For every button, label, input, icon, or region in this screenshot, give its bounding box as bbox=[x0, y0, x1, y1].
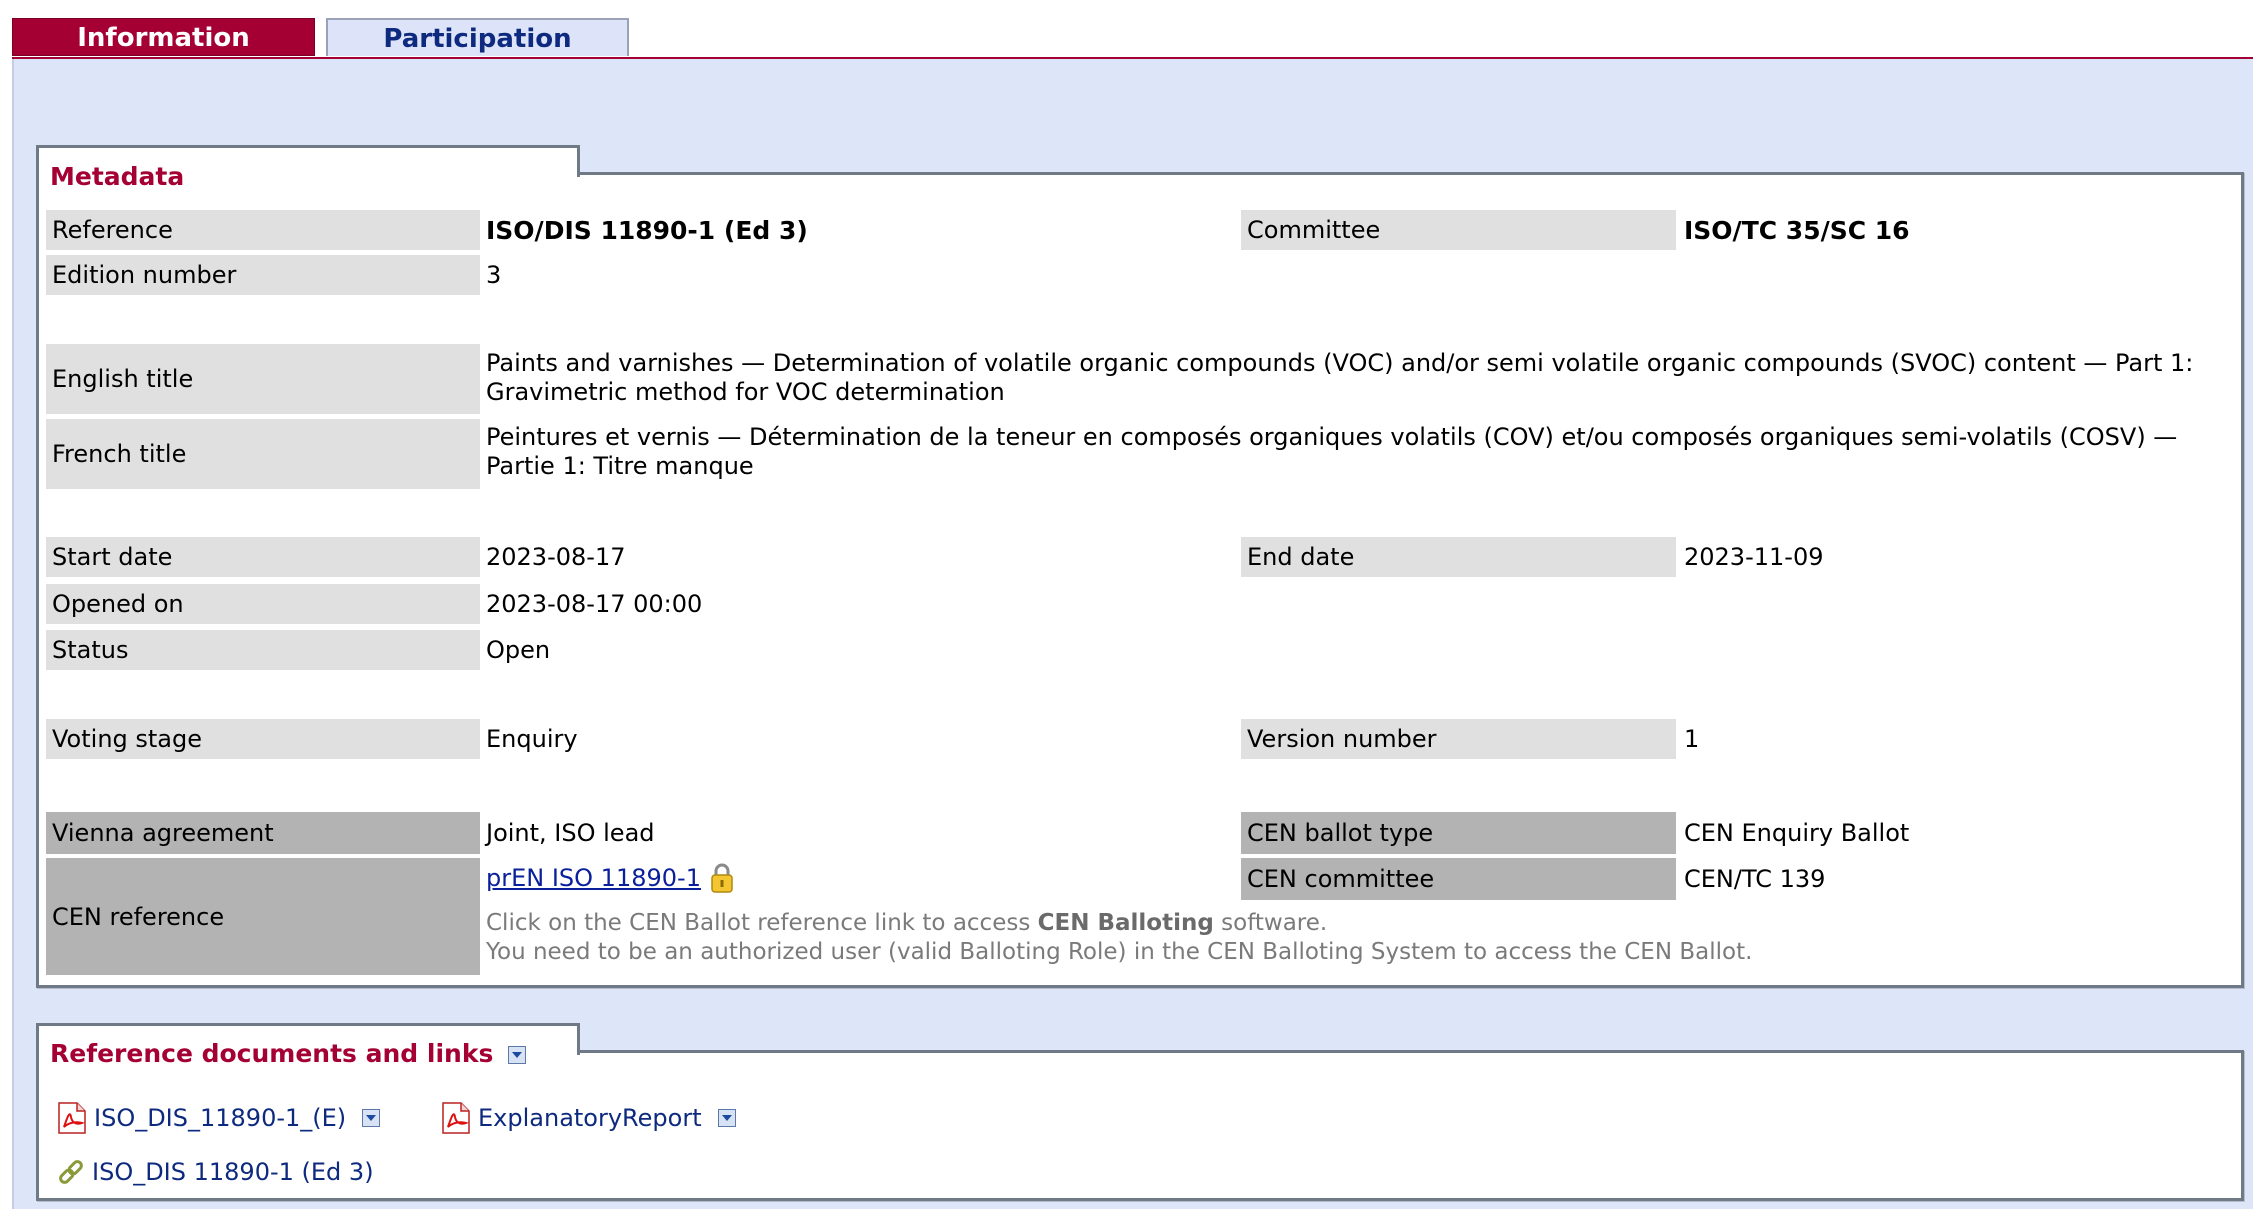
cen-ballot-type-value: CEN Enquiry Ballot bbox=[1684, 818, 1910, 847]
cen-committee-value: CEN/TC 139 bbox=[1684, 864, 1826, 893]
edition-number-label: Edition number bbox=[46, 255, 480, 295]
reference-link[interactable]: ISO_DIS 11890-1 (Ed 3) bbox=[92, 1158, 374, 1186]
document-menu-icon[interactable] bbox=[362, 1109, 381, 1127]
start-date-value: 2023-08-17 bbox=[486, 542, 626, 571]
french-title-value: Peintures et vernis — Détermination de l… bbox=[486, 423, 2178, 480]
document-item: ISO_DIS_11890-1_(E) bbox=[56, 1100, 381, 1136]
reference-value: ISO/DIS 11890-1 (Ed 3) bbox=[486, 215, 808, 245]
reference-documents-toggle-icon[interactable] bbox=[508, 1046, 527, 1064]
end-date-value: 2023-11-09 bbox=[1684, 542, 1824, 571]
link-icon bbox=[56, 1157, 86, 1187]
cen-committee-label: CEN committee bbox=[1241, 858, 1676, 900]
opened-on-label: Opened on bbox=[46, 584, 480, 624]
opened-on-value: 2023-08-17 00:00 bbox=[486, 589, 703, 618]
tab-information[interactable]: Information bbox=[12, 18, 315, 56]
version-number-label: Version number bbox=[1241, 719, 1676, 759]
edition-number-value: 3 bbox=[486, 260, 502, 289]
cen-reference-hint: Click on the CEN Ballot reference link t… bbox=[486, 910, 1753, 965]
status-value: Open bbox=[486, 635, 551, 664]
reference-documents-title: Reference documents and links bbox=[50, 1039, 527, 1068]
pdf-icon bbox=[440, 1101, 472, 1135]
tab-participation[interactable]: Participation bbox=[326, 18, 629, 56]
cen-ballot-type-label: CEN ballot type bbox=[1241, 812, 1676, 854]
english-title-label: English title bbox=[46, 344, 480, 414]
metadata-title: Metadata bbox=[50, 162, 185, 191]
vienna-agreement-value: Joint, ISO lead bbox=[486, 818, 655, 847]
voting-stage-value: Enquiry bbox=[486, 724, 578, 753]
voting-stage-label: Voting stage bbox=[46, 719, 480, 759]
document-menu-icon[interactable] bbox=[717, 1109, 736, 1127]
cen-reference-label: CEN reference bbox=[46, 858, 480, 975]
cen-reference-link[interactable]: prEN ISO 11890-1 bbox=[486, 864, 701, 893]
lock-icon bbox=[709, 862, 735, 894]
document-item: ExplanatoryReport bbox=[440, 1100, 736, 1136]
pdf-icon bbox=[56, 1101, 88, 1135]
end-date-label: End date bbox=[1241, 537, 1676, 577]
reference-label: Reference bbox=[46, 210, 480, 250]
information-panel: Metadata Reference ISO/DIS 11890-1 (Ed 3… bbox=[12, 59, 2253, 1209]
status-label: Status bbox=[46, 630, 480, 670]
metadata-section: Metadata Reference ISO/DIS 11890-1 (Ed 3… bbox=[36, 145, 2244, 988]
french-title-label: French title bbox=[46, 419, 480, 489]
vienna-agreement-label: Vienna agreement bbox=[46, 812, 480, 854]
cen-reference-value: prEN ISO 11890-1 bbox=[486, 858, 735, 898]
version-number-value: 1 bbox=[1684, 724, 1700, 753]
reference-documents-section: Reference documents and links ISO_DIS_11… bbox=[36, 1023, 2244, 1201]
committee-value: ISO/TC 35/SC 16 bbox=[1684, 215, 1910, 245]
document-link[interactable]: ISO_DIS_11890-1_(E) bbox=[94, 1104, 346, 1132]
reference-link-item: ISO_DIS 11890-1 (Ed 3) bbox=[56, 1155, 374, 1189]
english-title-value: Paints and varnishes — Determination of … bbox=[486, 349, 2194, 406]
committee-label: Committee bbox=[1241, 210, 1676, 250]
start-date-label: Start date bbox=[46, 537, 480, 577]
tab-bar: Information Participation bbox=[12, 18, 2253, 58]
document-link[interactable]: ExplanatoryReport bbox=[478, 1104, 702, 1132]
